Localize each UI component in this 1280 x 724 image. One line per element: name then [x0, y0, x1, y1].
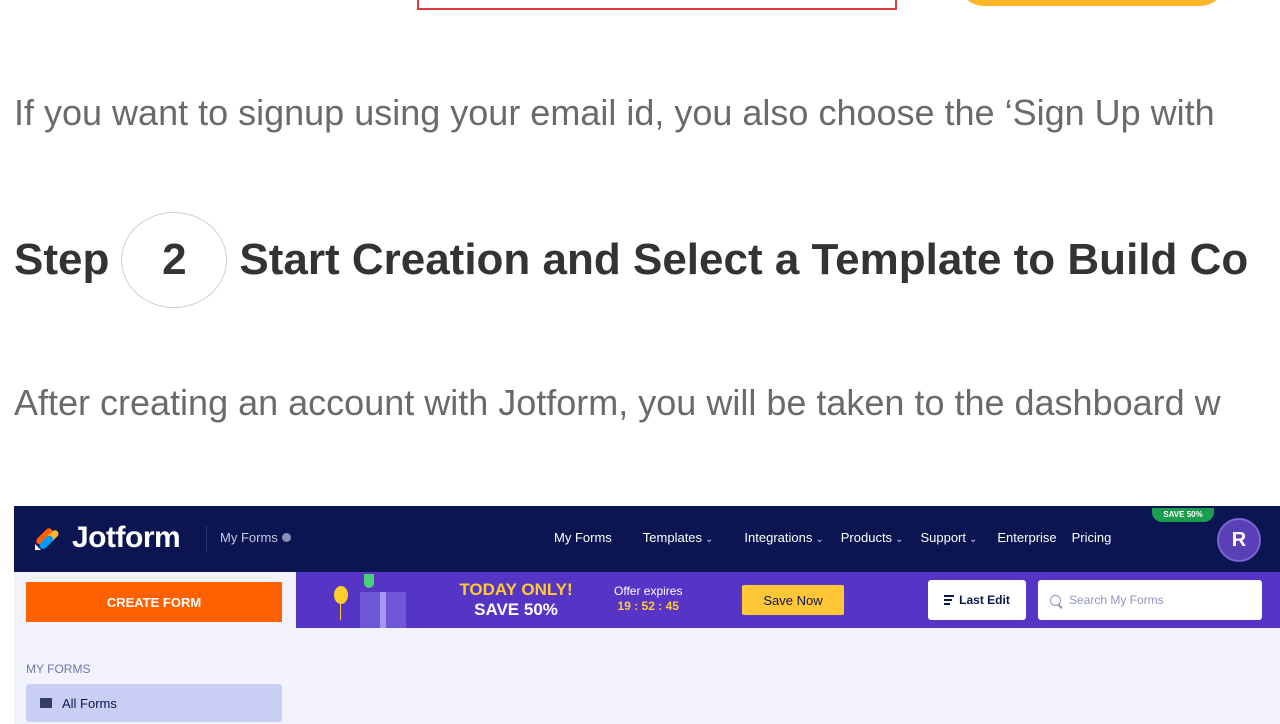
- forms-content-area: [296, 628, 1280, 724]
- previous-screenshot-button: [958, 0, 1226, 6]
- previous-screenshot-frame: [417, 0, 897, 10]
- promo-today-only: TODAY ONLY!: [459, 580, 573, 599]
- nav-item-label: Enterprise: [997, 530, 1057, 545]
- sidebar-item-label: All Forms: [62, 695, 117, 711]
- chevron-down-icon: ⌄: [815, 534, 824, 545]
- nav-item-label: Templates: [642, 530, 703, 545]
- avatar[interactable]: R: [1217, 518, 1261, 562]
- breadcrumb[interactable]: My Forms: [220, 530, 291, 545]
- offer-countdown: Offer expires 19 : 52 : 45: [614, 584, 682, 614]
- top-navbar: Jotform My Forms My Forms Templates ⌄ Integ…: [14, 506, 1280, 572]
- sort-icon: [944, 595, 955, 605]
- nav-item-integrations[interactable]: Integrations ⌄: [744, 530, 823, 545]
- step-heading: Step 2 Start Creation and Select a Templ…: [14, 210, 1248, 310]
- search-icon: [1050, 594, 1061, 606]
- nav-item-label: Pricing: [1071, 530, 1112, 545]
- dashboard-paragraph: After creating an account with Jotform, …: [14, 382, 1221, 423]
- promo-banner: TODAY ONLY! SAVE 50% Offer expires 19 : …: [296, 572, 1280, 628]
- folder-icon: [40, 698, 52, 708]
- article-page: If you want to signup using your email i…: [0, 0, 1280, 724]
- gift-ribbon: [380, 592, 386, 628]
- nav-links: My Forms Templates ⌄ Integrations ⌄ Products ⌄…: [554, 530, 1111, 545]
- nav-item-templates[interactable]: Templates ⌄: [643, 530, 714, 545]
- offer-expires-label: Offer expires: [614, 584, 683, 598]
- promo-save-percent: SAVE 50%: [474, 600, 558, 619]
- promo-headline: TODAY ONLY! SAVE 50%: [452, 580, 580, 620]
- jotform-dashboard-screenshot: Jotform My Forms My Forms Templates ⌄ Integ…: [14, 506, 1280, 724]
- step-word: Step: [14, 235, 110, 284]
- nav-item-pricing[interactable]: Pricing: [1072, 530, 1112, 545]
- offer-timer: 19 : 52 : 45: [617, 599, 679, 613]
- signup-paragraph: If you want to signup using your email i…: [14, 92, 1215, 133]
- sidebar-heading: MY FORMS: [26, 662, 91, 676]
- create-form-button[interactable]: CREATE FORM: [26, 582, 282, 622]
- search-box[interactable]: [1038, 580, 1262, 620]
- jotform-logo-icon: [35, 528, 59, 550]
- nav-item-label: My Forms: [554, 530, 612, 545]
- sort-label: Last Edit: [959, 593, 1010, 607]
- save-now-button[interactable]: Save Now: [742, 585, 844, 615]
- sort-button[interactable]: Last Edit: [928, 580, 1026, 620]
- step-title: Start Creation and Select a Template to …: [239, 235, 1249, 284]
- nav-item-products[interactable]: Products ⌄: [841, 530, 904, 545]
- nav-item-label: Support: [920, 530, 966, 545]
- nav-item-my-forms[interactable]: My Forms: [554, 530, 612, 545]
- balloon-string: [340, 604, 341, 620]
- gift-bow: [364, 574, 374, 588]
- breadcrumb-label: My Forms: [220, 530, 278, 545]
- sidebar-item-all-forms[interactable]: All Forms: [26, 684, 282, 722]
- jotform-logo[interactable]: Jotform: [32, 520, 181, 556]
- logo-divider: [206, 526, 207, 552]
- nav-item-label: Integrations: [744, 530, 813, 545]
- nav-item-enterprise[interactable]: Enterprise: [997, 530, 1056, 545]
- nav-item-support[interactable]: Support ⌄: [920, 530, 977, 545]
- chevron-down-icon: ⌄: [969, 534, 978, 545]
- step-number-badge: 2: [121, 212, 228, 308]
- nav-item-label: Products: [840, 530, 893, 545]
- breadcrumb-dropdown-icon: [281, 533, 291, 542]
- balloon-icon: [334, 586, 348, 604]
- chevron-down-icon: ⌄: [705, 534, 714, 545]
- sidebar: CREATE FORM MY FORMS All Forms: [14, 572, 297, 724]
- logo-text: Jotform: [72, 521, 181, 554]
- save-badge: SAVE 50%: [1152, 508, 1214, 522]
- chevron-down-icon: ⌄: [895, 534, 904, 545]
- search-input[interactable]: [1069, 593, 1239, 607]
